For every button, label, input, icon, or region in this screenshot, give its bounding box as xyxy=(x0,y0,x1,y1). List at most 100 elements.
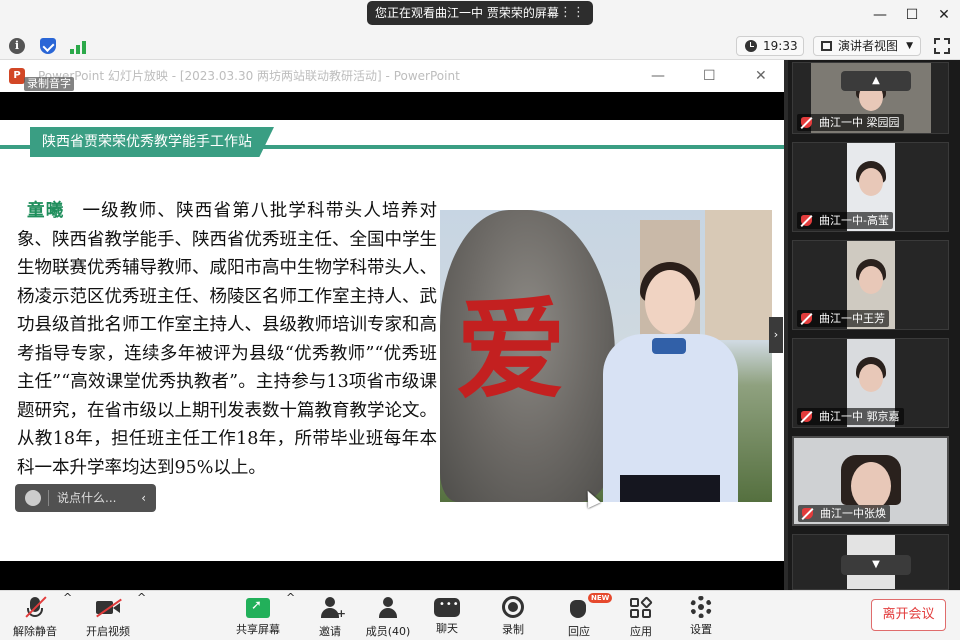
fullscreen-icon[interactable] xyxy=(934,38,950,54)
mic-muted-icon xyxy=(801,117,812,128)
view-mode-label: 演讲者视图 xyxy=(838,39,899,53)
scroll-up-button[interactable]: ▲ xyxy=(841,71,911,91)
participants-button[interactable]: 成员(40) xyxy=(365,591,411,640)
skirt xyxy=(620,475,720,502)
leave-meeting-button[interactable]: 离开会议 xyxy=(871,599,946,631)
mic-muted-icon xyxy=(801,313,812,324)
minimize-button[interactable]: — xyxy=(864,0,896,31)
title-bar: 您正在观看曲江一中 贾荣荣的屏幕 ⋮⋮ — ☐ ✕ xyxy=(0,0,960,31)
scroll-down-button[interactable]: ▼ xyxy=(841,555,911,575)
record-label: 录制 xyxy=(502,623,524,636)
slide-bio: 童曦 一级教师、陕西省第八批学科带头人培养对象、陕西省教学能手、陕西省优秀班主任、… xyxy=(17,197,437,482)
invite-button[interactable]: + 邀请 xyxy=(312,591,348,640)
ppt-minimize-button[interactable]: — xyxy=(651,60,665,92)
participant-tile[interactable]: 曲江一中 郭京嘉 xyxy=(792,338,949,428)
shield-icon[interactable] xyxy=(40,38,56,54)
face xyxy=(645,270,695,334)
teacher-name: 童曦 xyxy=(27,201,65,221)
participant-name-tag: 曲江一中 郭京嘉 xyxy=(797,408,904,425)
participant-tile[interactable]: 曲江一中-高莹 xyxy=(792,142,949,232)
more-icon[interactable]: ⋮⋮ xyxy=(559,1,585,25)
meeting-timer[interactable]: 19:33 xyxy=(736,36,804,56)
face xyxy=(858,167,883,196)
face xyxy=(850,462,891,511)
scarf xyxy=(652,338,686,354)
building xyxy=(705,210,772,340)
record-button[interactable]: 录制 xyxy=(496,591,530,640)
signal-strength-icon[interactable] xyxy=(70,38,86,54)
letterbox-bottom xyxy=(0,561,784,590)
chat-placeholder: 说点什么... xyxy=(57,491,117,505)
info-icon[interactable]: i xyxy=(9,38,25,54)
shared-screen: P PowerPoint 幻灯片放映 - [2023.03.30 两坊两站联动教… xyxy=(0,60,784,590)
participant-tile[interactable]: 曲江一中王芳 xyxy=(792,240,949,330)
chat-label: 聊天 xyxy=(436,622,458,635)
view-mode-dropdown[interactable]: 演讲者视图 ▼ xyxy=(813,36,921,56)
participant-tile[interactable]: ▲ 曲江一中 梁园园 xyxy=(792,62,949,134)
meeting-info-bar: i 19:33 演讲者视图 ▼ xyxy=(0,31,960,60)
apps-button[interactable]: 应用 xyxy=(624,591,658,640)
carved-character: 爱 xyxy=(456,285,566,414)
letterbox-top xyxy=(0,92,784,120)
camera-off-icon xyxy=(95,596,122,620)
ppt-window-title: PowerPoint 幻灯片放映 - [2023.03.30 两坊两站联动教研活… xyxy=(38,69,460,83)
chat-icon xyxy=(434,598,460,617)
chat-input-widget[interactable]: 说点什么... ‹ xyxy=(15,484,156,512)
record-icon xyxy=(502,596,524,618)
meeting-toolbar: 解除静音 ^ 开启视频 ^ 共享屏幕 ^ + 邀请 成员(40) 聊天 录制 xyxy=(0,590,960,640)
speaker-view-icon xyxy=(821,41,832,51)
invite-person-icon: + xyxy=(317,596,346,620)
settings-button[interactable]: 设置 xyxy=(684,591,718,640)
video-options-chevron-icon[interactable]: ^ xyxy=(137,591,146,640)
unmute-button[interactable]: 解除静音 xyxy=(12,591,58,640)
participant-name: 曲江一中 郭京嘉 xyxy=(819,410,900,423)
teacher-bio: 一级教师、陕西省第八批学科带头人培养对象、陕西省教学能手、陕西省优秀班主任、全国… xyxy=(17,201,438,478)
apps-label: 应用 xyxy=(630,625,652,638)
maximize-button[interactable]: ☐ xyxy=(896,0,928,31)
share-screen-icon xyxy=(246,598,270,618)
unmute-label: 解除静音 xyxy=(13,625,57,638)
close-button[interactable]: ✕ xyxy=(928,0,960,31)
collapse-panel-handle[interactable]: › xyxy=(769,317,783,353)
ppt-close-button[interactable]: ✕ xyxy=(755,60,767,92)
meeting-window: 您正在观看曲江一中 贾荣荣的屏幕 ⋮⋮ — ☐ ✕ i 19:33 演讲者视图 … xyxy=(0,0,960,640)
chevron-left-icon[interactable]: ‹ xyxy=(141,484,146,512)
share-screen-button[interactable]: 共享屏幕 xyxy=(234,591,282,640)
reactions-label: 回应 xyxy=(568,625,590,638)
emoji-icon[interactable] xyxy=(25,490,41,506)
share-banner-text: 您正在观看曲江一中 贾荣荣的屏幕 xyxy=(375,6,559,20)
participant-name: 曲江一中张焕 xyxy=(820,507,886,520)
ppt-maximize-button[interactable]: ☐ xyxy=(703,60,716,92)
apps-icon xyxy=(628,596,654,620)
window-controls: — ☐ ✕ xyxy=(864,0,960,31)
start-video-label: 开启视频 xyxy=(86,625,130,638)
chevron-down-icon: ▼ xyxy=(906,41,913,51)
powerpoint-icon: P xyxy=(9,68,25,84)
new-badge: NEW xyxy=(588,593,613,603)
face xyxy=(858,363,883,392)
meeting-time: 19:33 xyxy=(763,39,798,53)
teacher-photo: 爱 xyxy=(440,210,772,502)
share-options-chevron-icon[interactable]: ^ xyxy=(286,591,295,640)
participant-tile-active[interactable]: 曲江一中张焕 xyxy=(792,436,949,526)
slide-header-title: 陕西省贾荣荣优秀教学能手工作站 xyxy=(30,127,274,157)
mic-muted-icon xyxy=(801,411,812,422)
screen-share-banner[interactable]: 您正在观看曲江一中 贾荣荣的屏幕 ⋮⋮ xyxy=(367,1,593,25)
share-screen-label: 共享屏幕 xyxy=(236,623,280,636)
divider xyxy=(48,490,49,506)
participant-name-tag: 曲江一中王芳 xyxy=(797,310,889,327)
audio-options-chevron-icon[interactable]: ^ xyxy=(63,591,72,640)
participant-name-tag: 曲江一中 梁园园 xyxy=(797,114,904,131)
clock-icon xyxy=(745,40,757,52)
participant-name: 曲江一中 梁园园 xyxy=(819,116,900,129)
chat-button[interactable]: 聊天 xyxy=(430,591,464,640)
participant-name-tag: 曲江一中-高莹 xyxy=(797,212,893,229)
participant-name: 曲江一中王芳 xyxy=(819,312,885,325)
settings-label: 设置 xyxy=(690,623,712,636)
start-video-button[interactable]: 开启视频 xyxy=(84,591,132,640)
invite-label: 邀请 xyxy=(319,625,341,638)
ppt-title-bar: P PowerPoint 幻灯片放映 - [2023.03.30 两坊两站联动教… xyxy=(0,60,784,92)
face xyxy=(858,265,883,294)
participant-panel: ▲ 曲江一中 梁园园 曲江一中-高莹 曲江一中王芳 曲江一中 郭京嘉 曲江一中张… xyxy=(788,60,960,590)
participant-tile[interactable]: ▼ xyxy=(792,534,949,590)
